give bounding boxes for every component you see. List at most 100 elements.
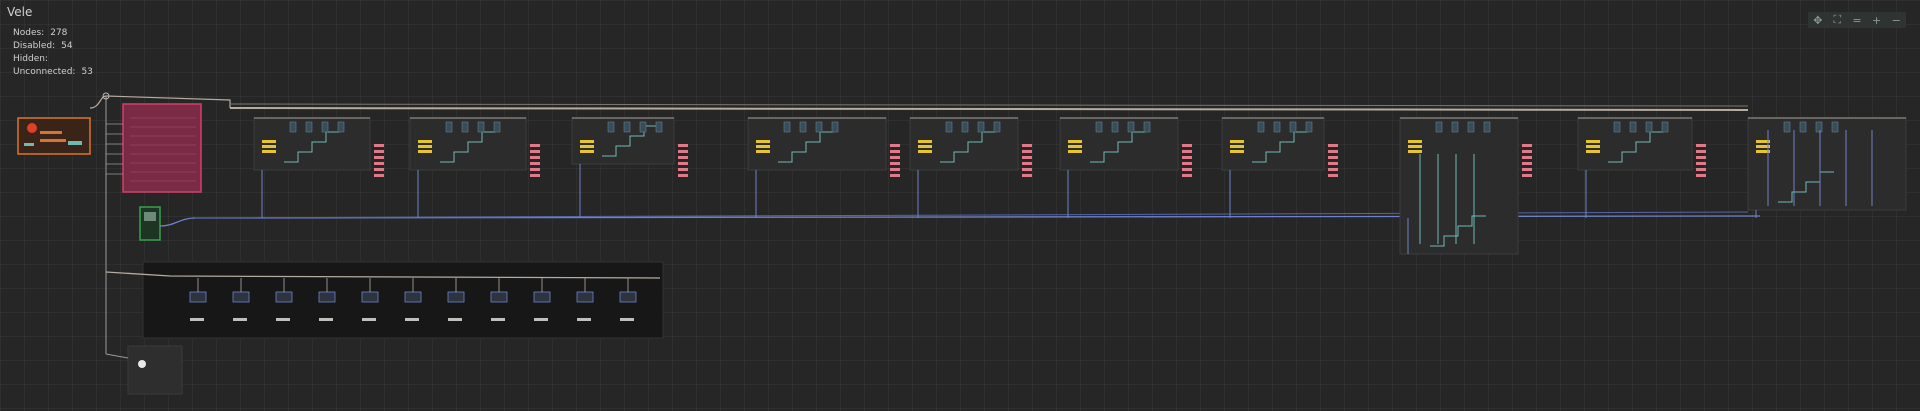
graph-node[interactable] <box>961 121 969 133</box>
output-label[interactable] <box>1522 162 1532 165</box>
output-label[interactable] <box>1022 174 1032 177</box>
output-label[interactable] <box>890 162 900 165</box>
output-node[interactable] <box>361 291 379 303</box>
output-label[interactable] <box>890 144 900 147</box>
output-node-label[interactable] <box>233 318 247 321</box>
output-label[interactable] <box>678 174 688 177</box>
output-node[interactable] <box>619 291 637 303</box>
output-label[interactable] <box>1328 174 1338 177</box>
graph-node[interactable] <box>1831 121 1839 133</box>
output-label[interactable] <box>1522 156 1532 159</box>
param-label[interactable] <box>1068 145 1082 148</box>
output-label[interactable] <box>678 162 688 165</box>
graph-node[interactable] <box>305 121 313 133</box>
graph-node[interactable] <box>639 121 647 133</box>
output-node-icon[interactable] <box>138 360 146 368</box>
output-node[interactable] <box>404 291 422 303</box>
graph-node[interactable] <box>831 121 839 133</box>
output-label[interactable] <box>1696 156 1706 159</box>
graph-node[interactable] <box>1143 121 1151 133</box>
graph-node[interactable] <box>477 121 485 133</box>
param-label[interactable] <box>918 145 932 148</box>
output-label[interactable] <box>678 150 688 153</box>
output-label[interactable] <box>1328 162 1338 165</box>
output-label[interactable] <box>1022 144 1032 147</box>
processing-block[interactable] <box>1059 117 1179 171</box>
output-label[interactable] <box>1182 144 1192 147</box>
graph-node[interactable] <box>977 121 985 133</box>
graph-node[interactable] <box>655 121 663 133</box>
param-label[interactable] <box>262 145 276 148</box>
graph-node[interactable] <box>945 121 953 133</box>
output-node-label[interactable] <box>577 318 591 321</box>
output-label[interactable] <box>1328 156 1338 159</box>
graph-node[interactable] <box>1815 121 1823 133</box>
graph-node[interactable] <box>461 121 469 133</box>
param-label[interactable] <box>918 140 932 143</box>
graph-node[interactable] <box>1645 121 1653 133</box>
output-label[interactable] <box>1696 144 1706 147</box>
graph-node[interactable] <box>1435 121 1443 133</box>
output-node[interactable] <box>490 291 508 303</box>
graph-node[interactable] <box>1289 121 1297 133</box>
output-node-label[interactable] <box>491 318 505 321</box>
param-label[interactable] <box>1068 140 1082 143</box>
output-label[interactable] <box>530 174 540 177</box>
output-label[interactable] <box>1522 174 1532 177</box>
graph-node[interactable] <box>1783 121 1791 133</box>
graph-node[interactable] <box>993 121 1001 133</box>
output-label[interactable] <box>1522 168 1532 171</box>
graph-node[interactable] <box>1467 121 1475 133</box>
graph-node[interactable] <box>623 121 631 133</box>
graph-node[interactable] <box>1095 121 1103 133</box>
output-label[interactable] <box>1022 156 1032 159</box>
graph-node[interactable] <box>607 121 615 133</box>
output-node-label[interactable] <box>620 318 634 321</box>
graph-node[interactable] <box>493 121 501 133</box>
graph-node[interactable] <box>1799 121 1807 133</box>
graph-node[interactable] <box>1257 121 1265 133</box>
graph-node[interactable] <box>1661 121 1669 133</box>
param-label[interactable] <box>1408 150 1422 153</box>
output-label[interactable] <box>1182 168 1192 171</box>
output-label[interactable] <box>678 144 688 147</box>
output-node[interactable] <box>232 291 250 303</box>
param-label[interactable] <box>580 150 594 153</box>
graph-node[interactable] <box>289 121 297 133</box>
graph-node[interactable] <box>1451 121 1459 133</box>
output-label[interactable] <box>1022 150 1032 153</box>
param-label[interactable] <box>756 140 770 143</box>
param-label[interactable] <box>418 140 432 143</box>
graph-node[interactable] <box>815 121 823 133</box>
output-node-label[interactable] <box>448 318 462 321</box>
output-label[interactable] <box>1328 144 1338 147</box>
graph-node[interactable] <box>1483 121 1491 133</box>
output-label[interactable] <box>1182 156 1192 159</box>
node-graph-canvas[interactable] <box>0 0 1920 411</box>
output-node-label[interactable] <box>276 318 290 321</box>
output-label[interactable] <box>1022 162 1032 165</box>
output-label[interactable] <box>374 144 384 147</box>
output-label[interactable] <box>1328 150 1338 153</box>
param-label[interactable] <box>580 145 594 148</box>
param-label[interactable] <box>1586 145 1600 148</box>
output-label[interactable] <box>1696 150 1706 153</box>
output-node-label[interactable] <box>405 318 419 321</box>
graph-node[interactable] <box>1305 121 1313 133</box>
output-node[interactable] <box>447 291 465 303</box>
output-label[interactable] <box>1182 150 1192 153</box>
param-label[interactable] <box>1408 140 1422 143</box>
param-label[interactable] <box>580 140 594 143</box>
output-node-small[interactable] <box>127 345 183 395</box>
output-label[interactable] <box>1696 162 1706 165</box>
input-group-orange[interactable] <box>17 117 91 155</box>
input-node-icon[interactable] <box>27 123 37 133</box>
output-node-label[interactable] <box>362 318 376 321</box>
graph-node[interactable] <box>1273 121 1281 133</box>
output-label[interactable] <box>1696 168 1706 171</box>
graph-node[interactable] <box>1111 121 1119 133</box>
output-node-label[interactable] <box>319 318 333 321</box>
param-label[interactable] <box>1230 150 1244 153</box>
graph-node[interactable] <box>445 121 453 133</box>
param-label[interactable] <box>418 150 432 153</box>
